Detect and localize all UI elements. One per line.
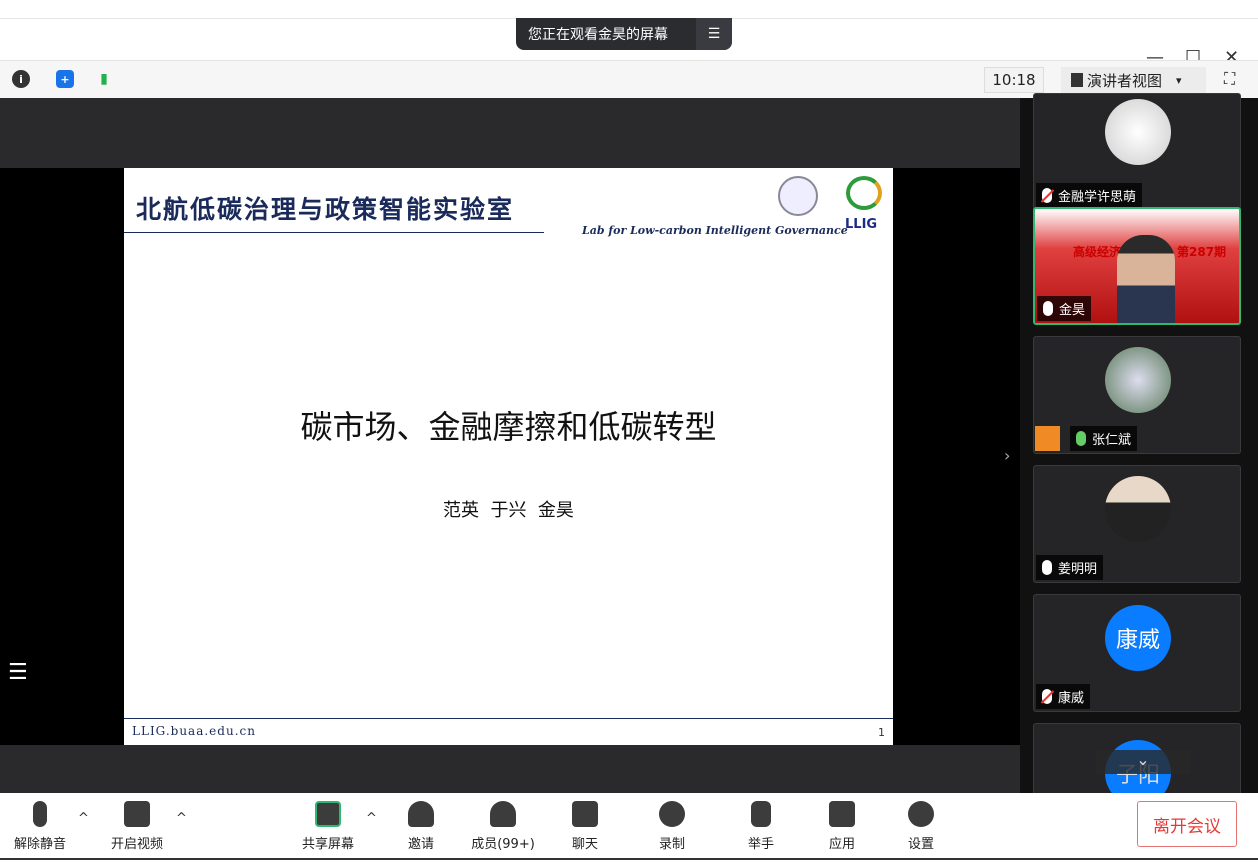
footer-rule bbox=[124, 718, 893, 719]
chevron-right-icon[interactable]: › bbox=[1004, 446, 1010, 465]
view-select[interactable]: 演讲者视图 ▾ bbox=[1061, 67, 1206, 93]
unmute-label: 解除静音 bbox=[13, 837, 66, 852]
leave-meeting-button[interactable]: 离开会议 bbox=[1137, 801, 1237, 847]
name-tag: 姜明明 bbox=[1036, 555, 1104, 580]
screen-share-banner[interactable]: 您正在观看金昊的屏幕 ☰ bbox=[516, 18, 732, 50]
invite-button[interactable]: 邀请 bbox=[386, 801, 456, 852]
person-icon bbox=[1035, 426, 1060, 451]
info-icon[interactable]: i bbox=[12, 70, 30, 88]
share-screen-icon bbox=[315, 801, 341, 827]
mic-muted-icon bbox=[1042, 188, 1052, 203]
participant-tile[interactable]: 张仁斌 bbox=[1033, 336, 1241, 454]
start-video-button[interactable]: 开启视频 bbox=[102, 801, 172, 852]
settings-button[interactable]: 设置 bbox=[886, 801, 956, 852]
footer-url: LLIG.buaa.edu.cn bbox=[132, 724, 256, 738]
name-tag: 金融学许思萌 bbox=[1036, 183, 1143, 208]
avatar bbox=[1105, 99, 1171, 165]
share-screen-button[interactable]: 共享屏幕 bbox=[293, 801, 363, 852]
shield-icon[interactable]: + bbox=[56, 70, 74, 88]
video-label: 开启视频 bbox=[110, 837, 163, 852]
chat-button[interactable]: 聊天 bbox=[550, 801, 620, 852]
slide-authors: 范英 于兴 金昊 bbox=[443, 500, 574, 521]
video-bg-text: 第287期 bbox=[1177, 245, 1227, 259]
invite-icon bbox=[408, 801, 434, 827]
chat-icon bbox=[572, 801, 598, 827]
banner-text: 您正在观看金昊的屏幕 bbox=[528, 27, 668, 43]
page-number: 1 bbox=[878, 726, 885, 739]
scroll-down-button[interactable]: ⌄ bbox=[1096, 750, 1190, 774]
participant-name: 张仁斌 bbox=[1092, 433, 1132, 448]
unmute-button[interactable]: 解除静音 bbox=[5, 801, 75, 852]
participant-name: 金昊 bbox=[1059, 303, 1086, 318]
signal-icon[interactable]: ▮ bbox=[95, 70, 113, 88]
avatar: 康威 bbox=[1105, 605, 1171, 671]
chevron-up-icon[interactable]: ^ bbox=[78, 811, 89, 826]
invite-label: 邀请 bbox=[407, 837, 434, 852]
meeting-timer: 10:18 bbox=[984, 67, 1044, 93]
name-tag: 张仁斌 bbox=[1070, 426, 1138, 451]
participant-name: 姜明明 bbox=[1058, 562, 1098, 577]
raise-hand-button[interactable]: 举手 bbox=[726, 801, 796, 852]
chat-label: 聊天 bbox=[571, 837, 598, 852]
record-label: 录制 bbox=[658, 837, 685, 852]
mic-icon bbox=[1043, 301, 1053, 316]
header-rule bbox=[124, 232, 544, 233]
video-person bbox=[1117, 235, 1175, 323]
members-icon bbox=[490, 801, 516, 827]
hand-icon bbox=[751, 801, 771, 827]
layout-icon bbox=[1071, 73, 1083, 87]
lab-title: 北航低碳治理与政策智能实验室 bbox=[136, 195, 515, 224]
video-bg-text: 高级经济 bbox=[1073, 245, 1122, 259]
chevron-up-icon[interactable]: ^ bbox=[176, 811, 187, 826]
record-icon bbox=[659, 801, 685, 827]
participant-name: 康威 bbox=[1058, 691, 1085, 706]
fullscreen-icon[interactable]: ⛶ bbox=[1224, 69, 1235, 89]
mic-muted-icon bbox=[33, 801, 47, 827]
apps-icon bbox=[829, 801, 855, 827]
participant-name: 金融学许思萌 bbox=[1058, 190, 1137, 205]
participant-tile[interactable]: 康威 康威 bbox=[1033, 594, 1241, 712]
raise-label: 举手 bbox=[747, 837, 774, 852]
mic-icon bbox=[1076, 431, 1086, 446]
gear-icon bbox=[908, 801, 934, 827]
name-tag: 金昊 bbox=[1037, 296, 1092, 321]
camera-off-icon bbox=[124, 801, 150, 827]
llig-logo: LLIG bbox=[845, 217, 878, 232]
mic-icon bbox=[1042, 560, 1052, 575]
settings-label: 设置 bbox=[907, 837, 934, 852]
name-tag: 康威 bbox=[1036, 684, 1091, 709]
share-label: 共享屏幕 bbox=[301, 837, 354, 852]
avatar bbox=[1105, 347, 1171, 413]
participant-tile[interactable]: 金融学许思萌 bbox=[1033, 93, 1241, 211]
slide-title: 碳市场、金融摩擦和低碳转型 bbox=[300, 408, 717, 446]
list-icon[interactable]: ☰ bbox=[8, 660, 28, 685]
members-label: 成员(99+) bbox=[471, 837, 535, 852]
chevron-down-icon: ▾ bbox=[1176, 73, 1182, 87]
participant-panel: 金融学许思萌 高级经济 第287期 金昊 张仁斌 姜明明 康威 康威 子阳 ⌄ bbox=[1020, 93, 1258, 841]
shared-screen-area: 北航低碳治理与政策智能实验室 Lab for Low-carbon Intell… bbox=[0, 98, 1020, 793]
lab-subtitle: Lab for Low-carbon Intelligent Governanc… bbox=[582, 224, 848, 237]
apps-button[interactable]: 应用 bbox=[807, 801, 877, 852]
presentation-slide: 北航低碳治理与政策智能实验室 Lab for Low-carbon Intell… bbox=[124, 168, 893, 745]
chevron-up-icon[interactable]: ^ bbox=[366, 811, 377, 826]
avatar bbox=[1105, 476, 1171, 542]
llig-logo-icon bbox=[846, 176, 882, 210]
record-button[interactable]: 录制 bbox=[637, 801, 707, 852]
view-label: 演讲者视图 bbox=[1087, 71, 1163, 90]
apps-label: 应用 bbox=[828, 837, 855, 852]
bottom-controls: 解除静音 ^ 开启视频 ^ 共享屏幕 ^ 邀请 成员(99+) 聊天 录制 举手… bbox=[0, 793, 1258, 860]
members-button[interactable]: 成员(99+) bbox=[468, 801, 538, 852]
university-seal-icon bbox=[778, 176, 818, 216]
mic-muted-icon bbox=[1042, 689, 1052, 704]
participant-tile-active[interactable]: 高级经济 第287期 金昊 bbox=[1033, 207, 1241, 325]
menu-icon[interactable]: ☰ bbox=[696, 18, 732, 50]
participant-tile[interactable]: 姜明明 bbox=[1033, 465, 1241, 583]
